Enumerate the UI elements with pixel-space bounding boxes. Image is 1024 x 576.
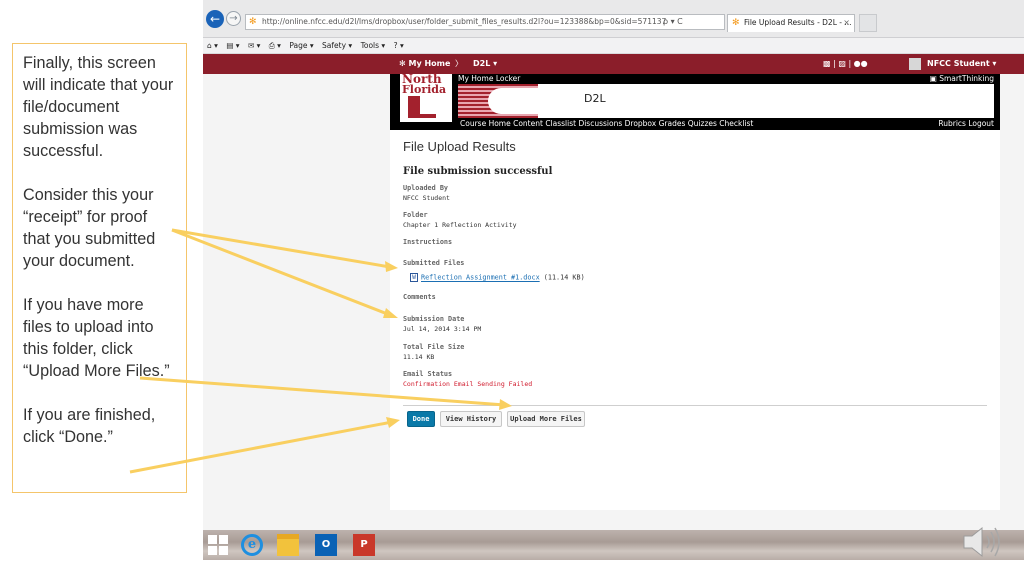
callout-text-receipt: Consider this your “receipt” for proof t… [23, 186, 156, 270]
banner-title: D2L [584, 92, 606, 105]
banner-artwork: D2L [458, 84, 994, 118]
print-icon[interactable]: ⎙ ▾ [269, 41, 281, 50]
command-tools[interactable]: Tools ▾ [361, 41, 386, 50]
total-size-label: Total File Size [403, 343, 465, 351]
command-page[interactable]: Page ▾ [289, 41, 313, 50]
forward-button[interactable]: → [226, 11, 241, 26]
comments-label: Comments [403, 293, 436, 301]
site-favicon-icon: ✻ [249, 17, 257, 27]
page-title: File Upload Results [403, 139, 516, 154]
submitted-files-label: Submitted Files [403, 259, 465, 267]
callout-text-done: If you are finished, click “Done.” [23, 406, 156, 446]
folder-label: Folder [403, 211, 428, 219]
browser-tab[interactable]: ✻ File Upload Results - D2L - ... × [727, 14, 855, 32]
uploaded-by-value: NFCC Student [403, 194, 450, 202]
audio-speaker-icon[interactable] [960, 522, 1004, 562]
done-button[interactable]: Done [407, 411, 435, 427]
powerpoint-icon[interactable]: P [353, 534, 375, 556]
course-selector[interactable]: D2L ▾ [473, 54, 497, 74]
word-document-icon: W [410, 273, 418, 282]
my-home-link[interactable]: ✻ My Home [399, 54, 450, 74]
north-florida-logo: North Florida [400, 73, 452, 122]
search-refresh-icon[interactable]: ρ ▾ C [663, 14, 683, 30]
back-button[interactable]: ← [206, 10, 224, 28]
avatar[interactable] [909, 58, 921, 70]
success-heading: File submission successful [403, 166, 553, 177]
instructions-label: Instructions [403, 238, 453, 246]
browser-address-bar-area: ← → ✻ http://online.nfcc.edu/d2l/lms/dro… [203, 0, 1024, 38]
submission-date-value: Jul 14, 2014 3:14 PM [403, 325, 482, 333]
windows-start-icon[interactable] [207, 534, 229, 556]
feeds-icon[interactable]: ▤ ▾ [226, 41, 239, 50]
command-safety[interactable]: Safety ▾ [322, 41, 352, 50]
outlook-icon[interactable]: O [315, 534, 337, 556]
mail-icon[interactable]: ✉ ▾ [248, 41, 260, 50]
callout-text-upload-more: If you have more files to upload into th… [23, 296, 170, 380]
breadcrumb-separator-icon: 〉 [455, 59, 463, 68]
page-bottom-space [203, 510, 1024, 530]
smart-thinking-link[interactable]: ▣ SmartThinking [930, 74, 994, 84]
tab-title: File Upload Results - D2L - ... [744, 18, 852, 27]
address-bar[interactable]: ✻ http://online.nfcc.edu/d2l/lms/dropbox… [245, 14, 725, 30]
user-menu[interactable]: NFCC Student ▾ [927, 54, 996, 74]
view-history-button[interactable]: View History [440, 411, 502, 427]
submitted-file-row: W Reflection Assignment #1.docx (11.14 KB… [410, 273, 585, 282]
total-size-value: 11.14 KB [403, 353, 435, 361]
submission-date-label: Submission Date [403, 315, 465, 323]
windows-taskbar: e O P [203, 530, 1024, 560]
callout-text-success: Finally, this screen will indicate that … [23, 54, 174, 160]
tab-close-icon[interactable]: × [843, 15, 850, 31]
upload-results-panel: File Upload Results File submission succ… [390, 130, 1000, 510]
course-navbar[interactable]: Course Home Content Classlist Discussion… [460, 118, 753, 130]
command-bar: ⌂ ▾ ▤ ▾ ✉ ▾ ⎙ ▾ Page ▾ Safety ▾ Tools ▾ … [203, 38, 1024, 54]
upload-more-files-button[interactable]: Upload More Files [507, 411, 585, 427]
divider [403, 405, 987, 406]
d2l-minibar: ✻ My Home 〉 D2L ▾ ▩ | ▨ | ●● NFCC Studen… [203, 54, 1024, 74]
tab-favicon-icon: ✻ [732, 18, 740, 28]
email-status-value: Confirmation Email Sending Failed [403, 380, 533, 388]
course-banner: North Florida My Home Locker ▣ SmartThin… [390, 73, 1000, 130]
browser-screenshot: ← → ✻ http://online.nfcc.edu/d2l/lms/dro… [203, 0, 1024, 560]
internet-explorer-icon[interactable]: e [241, 534, 263, 556]
uploaded-by-label: Uploaded By [403, 184, 449, 192]
file-explorer-icon[interactable] [277, 534, 299, 556]
banner-top-links[interactable]: My Home Locker [458, 74, 520, 84]
home-icon[interactable]: ⌂ ▾ [207, 41, 218, 50]
address-url: http://online.nfcc.edu/d2l/lms/dropbox/u… [262, 17, 667, 26]
email-status-label: Email Status [403, 370, 453, 378]
submitted-file-size: (11.14 KB) [539, 273, 585, 282]
submitted-file-link[interactable]: Reflection Assignment #1.docx [421, 274, 540, 282]
rubrics-logout-links[interactable]: Rubrics Logout [938, 118, 994, 130]
folder-value: Chapter 1 Reflection Activity [403, 221, 517, 229]
instruction-callout: Finally, this screen will indicate that … [12, 43, 187, 493]
new-tab-button[interactable] [859, 14, 877, 32]
alerts-icons[interactable]: ▩ | ▨ | ●● [823, 54, 868, 74]
help-icon[interactable]: ? ▾ [394, 41, 404, 50]
